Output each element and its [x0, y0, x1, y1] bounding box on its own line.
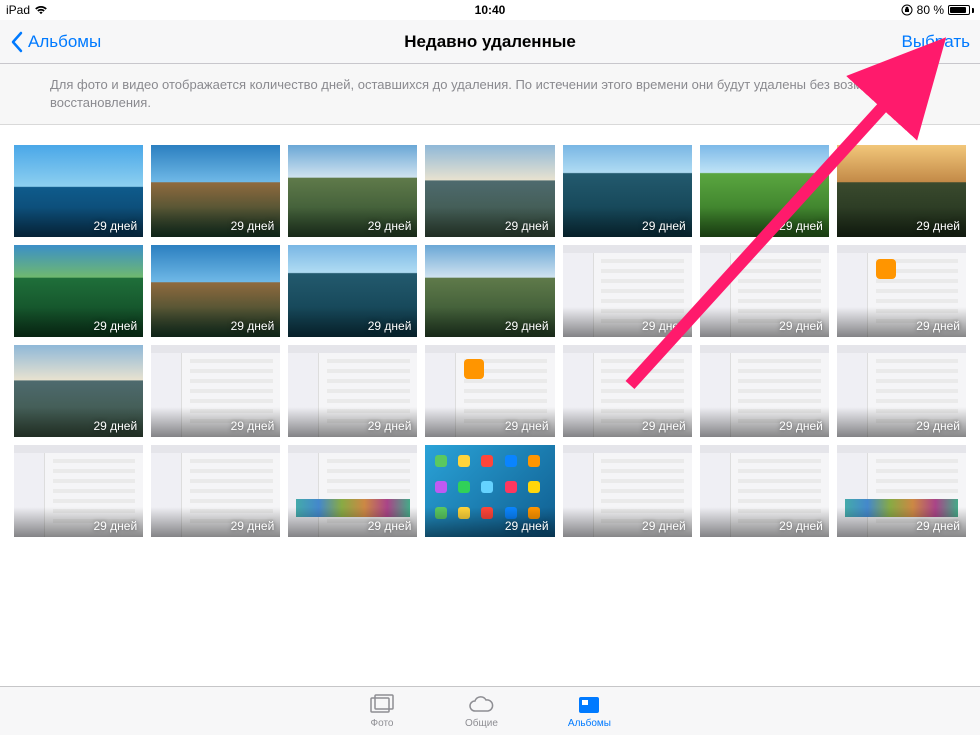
days-remaining-label: 29 дней: [642, 319, 686, 333]
photo-thumbnail[interactable]: 29 дней: [837, 145, 966, 237]
photo-thumbnail[interactable]: 29 дней: [837, 345, 966, 437]
photo-thumbnail[interactable]: 29 дней: [151, 445, 280, 537]
info-text: Для фото и видео отображается количество…: [50, 77, 912, 110]
photo-thumbnail[interactable]: 29 дней: [425, 445, 554, 537]
tab-shared[interactable]: Общие: [465, 694, 498, 729]
days-remaining-label: 29 дней: [93, 319, 137, 333]
days-remaining-label: 29 дней: [93, 519, 137, 533]
tab-label: Альбомы: [568, 718, 611, 729]
days-remaining-label: 29 дней: [779, 219, 823, 233]
days-remaining-label: 29 дней: [779, 419, 823, 433]
days-remaining-label: 29 дней: [231, 519, 275, 533]
battery-icon: [948, 5, 974, 15]
days-remaining-label: 29 дней: [505, 219, 549, 233]
photo-thumbnail[interactable]: 29 дней: [288, 445, 417, 537]
days-remaining-label: 29 дней: [93, 419, 137, 433]
photo-thumbnail[interactable]: 29 дней: [288, 245, 417, 337]
days-remaining-label: 29 дней: [916, 519, 960, 533]
days-remaining-label: 29 дней: [505, 419, 549, 433]
photo-thumbnail[interactable]: 29 дней: [425, 245, 554, 337]
back-label: Альбомы: [28, 32, 101, 52]
days-remaining-label: 29 дней: [642, 219, 686, 233]
days-remaining-label: 29 дней: [93, 219, 137, 233]
photo-thumbnail[interactable]: 29 дней: [837, 245, 966, 337]
orientation-lock-icon: [901, 4, 913, 16]
photo-thumbnail[interactable]: 29 дней: [563, 145, 692, 237]
photo-thumbnail[interactable]: 29 дней: [288, 345, 417, 437]
days-remaining-label: 29 дней: [916, 419, 960, 433]
photo-thumbnail[interactable]: 29 дней: [14, 445, 143, 537]
photo-thumbnail[interactable]: 29 дней: [700, 145, 829, 237]
tab-label: Фото: [371, 718, 394, 729]
photo-thumbnail[interactable]: 29 дней: [563, 245, 692, 337]
tab-bar: Фото Общие Альбомы: [0, 686, 980, 735]
photo-thumbnail[interactable]: 29 дней: [837, 445, 966, 537]
photo-thumbnail[interactable]: 29 дней: [563, 345, 692, 437]
photo-thumbnail[interactable]: 29 дней: [700, 445, 829, 537]
photo-grid: 29 дней 29 дней 29 дней 29 дней 29 дней 29 дн…: [14, 145, 966, 537]
photo-thumbnail[interactable]: 29 дней: [425, 145, 554, 237]
days-remaining-label: 29 дней: [779, 519, 823, 533]
days-remaining-label: 29 дней: [916, 319, 960, 333]
photo-thumbnail[interactable]: 29 дней: [288, 145, 417, 237]
photo-thumbnail[interactable]: 29 дней: [425, 345, 554, 437]
status-bar: iPad 10:40 80 %: [0, 0, 980, 20]
photo-grid-area: 29 дней 29 дней 29 дней 29 дней 29 дней 29 дн…: [0, 125, 980, 689]
tab-albums[interactable]: Альбомы: [568, 694, 611, 729]
photo-thumbnail[interactable]: 29 дней: [14, 145, 143, 237]
status-left: iPad: [6, 3, 48, 17]
photo-thumbnail[interactable]: 29 дней: [700, 345, 829, 437]
select-button[interactable]: Выбрать: [902, 32, 970, 52]
days-remaining-label: 29 дней: [368, 219, 412, 233]
wifi-icon: [34, 5, 48, 15]
status-right: 80 %: [901, 3, 974, 17]
albums-icon: [576, 694, 602, 716]
cloud-icon: [468, 694, 494, 716]
days-remaining-label: 29 дней: [642, 519, 686, 533]
days-remaining-label: 29 дней: [368, 519, 412, 533]
info-banner: Для фото и видео отображается количество…: [0, 64, 980, 125]
photos-icon: [369, 694, 395, 716]
days-remaining-label: 29 дней: [779, 319, 823, 333]
days-remaining-label: 29 дней: [916, 219, 960, 233]
days-remaining-label: 29 дней: [642, 419, 686, 433]
days-remaining-label: 29 дней: [368, 419, 412, 433]
photo-thumbnail[interactable]: 29 дней: [151, 245, 280, 337]
chevron-left-icon: [10, 31, 24, 53]
days-remaining-label: 29 дней: [505, 519, 549, 533]
photo-thumbnail[interactable]: 29 дней: [14, 345, 143, 437]
days-remaining-label: 29 дней: [231, 319, 275, 333]
tab-label: Общие: [465, 718, 498, 729]
tab-photos[interactable]: Фото: [369, 694, 395, 729]
page-title: Недавно удаленные: [404, 32, 576, 52]
days-remaining-label: 29 дней: [231, 219, 275, 233]
battery-pct: 80 %: [917, 3, 944, 17]
photo-thumbnail[interactable]: 29 дней: [14, 245, 143, 337]
device-label: iPad: [6, 3, 30, 17]
photo-thumbnail[interactable]: 29 дней: [700, 245, 829, 337]
status-time: 10:40: [475, 3, 506, 17]
photo-thumbnail[interactable]: 29 дней: [151, 145, 280, 237]
days-remaining-label: 29 дней: [231, 419, 275, 433]
days-remaining-label: 29 дней: [505, 319, 549, 333]
back-button[interactable]: Альбомы: [10, 31, 101, 53]
navigation-bar: Альбомы Недавно удаленные Выбрать: [0, 20, 980, 64]
photo-thumbnail[interactable]: 29 дней: [563, 445, 692, 537]
days-remaining-label: 29 дней: [368, 319, 412, 333]
photo-thumbnail[interactable]: 29 дней: [151, 345, 280, 437]
